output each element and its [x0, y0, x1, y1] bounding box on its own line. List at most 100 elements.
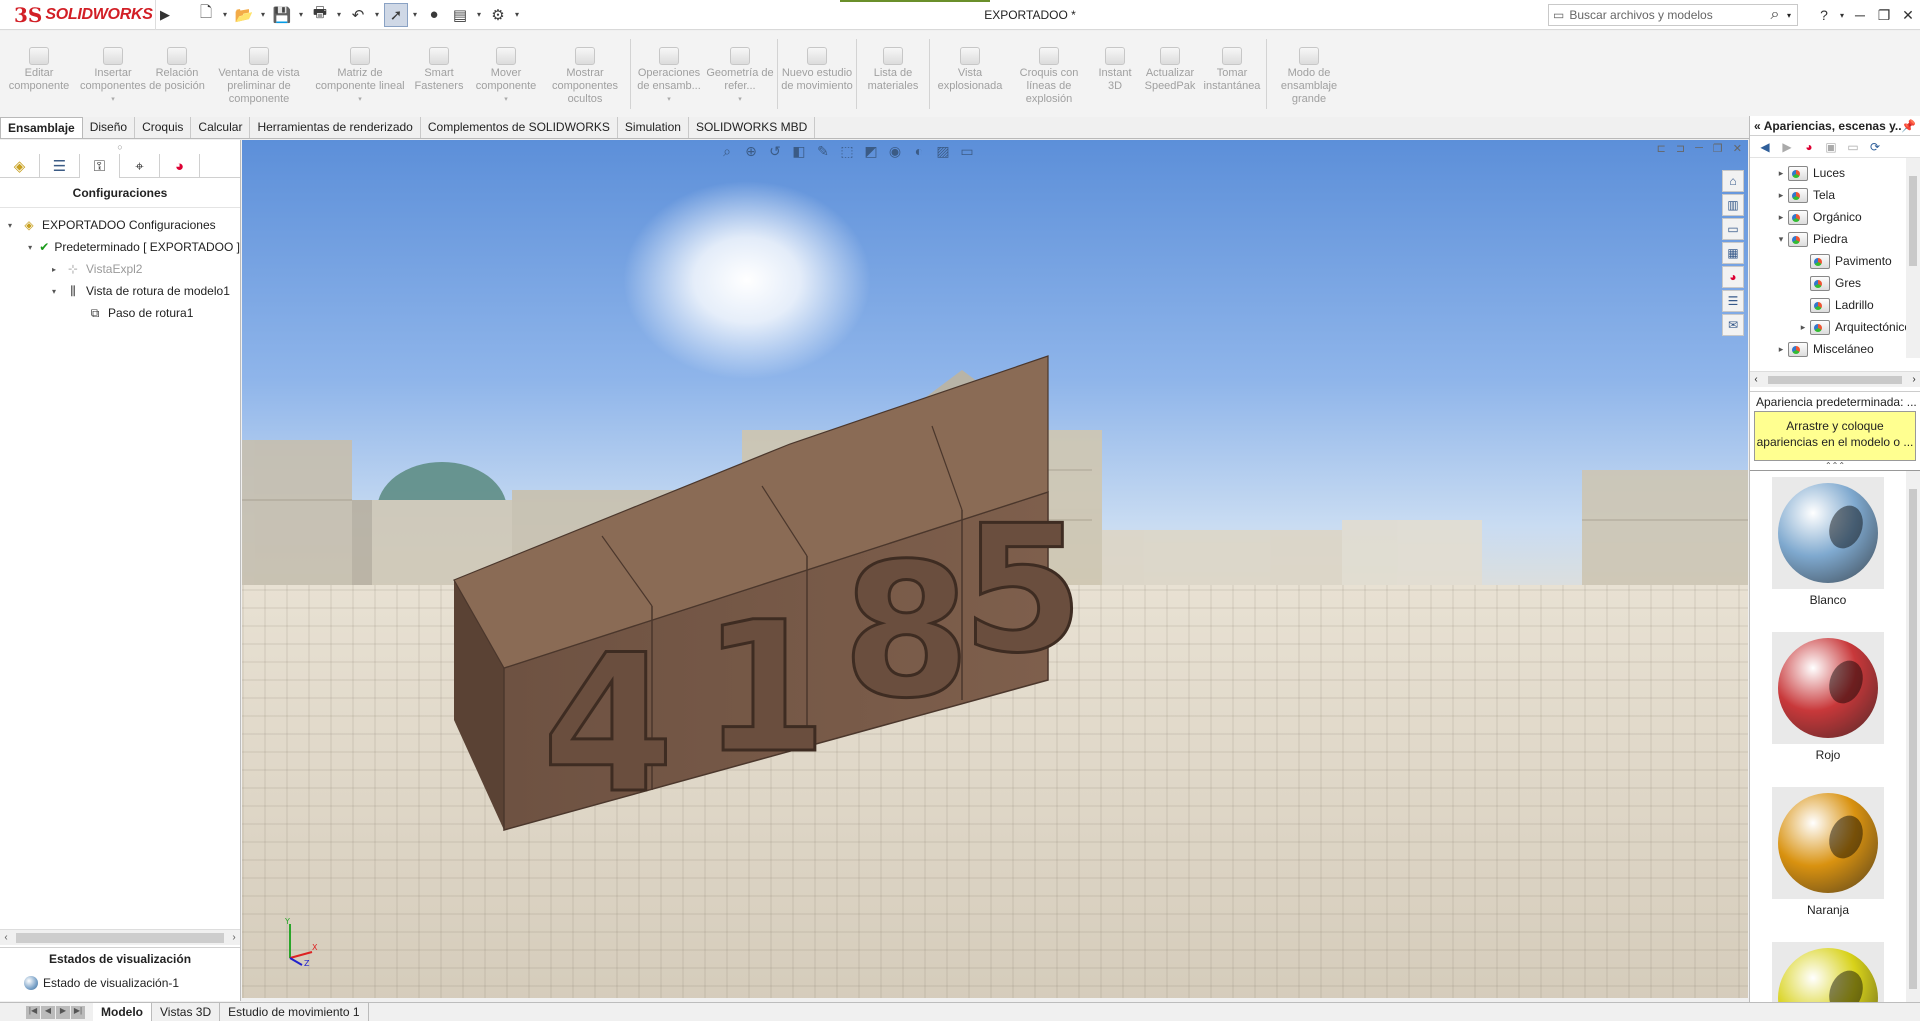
tree-hscroll[interactable]: ‹ ›: [1750, 371, 1920, 387]
appearance-swatch[interactable]: [1772, 942, 1884, 1011]
appearance-folder[interactable]: Gres: [1750, 272, 1920, 294]
expand-toggle-icon[interactable]: ▸: [1774, 212, 1788, 223]
appearance-folder[interactable]: ▸ Orgánico: [1750, 206, 1920, 228]
options-dropdown-icon[interactable]: ▾: [512, 10, 522, 19]
minimize-icon[interactable]: ─: [1848, 7, 1872, 23]
save-dropdown-icon[interactable]: ▾: [296, 10, 306, 19]
appearance-folder[interactable]: ▾ Piedra: [1750, 228, 1920, 250]
scroll-right-icon[interactable]: ›: [1908, 374, 1920, 385]
new-folder-icon[interactable]: ▭: [1844, 138, 1862, 156]
tab-1[interactable]: Ensamblaje: [0, 117, 83, 138]
config-tree-node[interactable]: ▸ ⊹ VistaExpl2: [0, 258, 240, 280]
section-view-icon[interactable]: ◧: [789, 141, 809, 161]
tree-vscroll[interactable]: [1906, 158, 1920, 358]
command-17[interactable]: Tomar instantánea: [1200, 31, 1264, 117]
command-15[interactable]: Instant 3D: [1090, 31, 1140, 117]
feature-tree-tab-icon[interactable]: ◈: [0, 154, 40, 178]
appearance-swatch[interactable]: Blanco: [1772, 477, 1884, 607]
zoom-to-area-icon[interactable]: ⊕: [741, 141, 761, 161]
refresh-icon[interactable]: ⟳: [1866, 138, 1884, 156]
configuration-manager-tab-icon[interactable]: ⚿: [80, 154, 120, 178]
config-tree-node[interactable]: ▾ ⫼ Vista de rotura de modelo1: [0, 280, 240, 302]
help-icon[interactable]: ?: [1812, 7, 1836, 23]
file-properties-icon[interactable]: ▤: [448, 3, 472, 27]
command-2[interactable]: Insertar componentes ▾: [78, 31, 148, 117]
property-manager-tab-icon[interactable]: ☰: [40, 154, 80, 178]
appearance-folder[interactable]: ▸ Arquitectónico: [1750, 316, 1920, 338]
new-document-icon[interactable]: 🗋: [194, 3, 218, 27]
command-5[interactable]: Matriz de componente lineal ▾: [312, 31, 408, 117]
open-document-icon[interactable]: 📂: [232, 3, 256, 27]
appearance-folder[interactable]: ▸ Tela: [1750, 184, 1920, 206]
panel-collapse-handle[interactable]: ○: [0, 140, 240, 154]
new-dropdown-icon[interactable]: ▾: [220, 10, 230, 19]
command-dropdown-icon[interactable]: ▾: [111, 93, 115, 106]
search-input[interactable]: Buscar archivos y modelos: [1569, 8, 1763, 22]
hide-show-items-icon[interactable]: ◉: [885, 141, 905, 161]
tab-8[interactable]: SOLIDWORKS MBD: [689, 117, 816, 138]
swatches-vscroll[interactable]: [1906, 471, 1920, 1011]
scroll-thumb[interactable]: [1768, 375, 1902, 384]
3d-model[interactable]: 4 1 8 5: [242, 140, 1748, 998]
search-box[interactable]: ▭ Buscar archivos y modelos ⌕ ▾: [1548, 4, 1798, 26]
command-12[interactable]: Lista de materiales: [859, 31, 927, 117]
display-style-icon[interactable]: ◩: [861, 141, 881, 161]
first-tab-icon[interactable]: |◀: [26, 1005, 40, 1019]
config-tree-node[interactable]: ▾ ✔ Predeterminado [ EXPORTADOO ]: [0, 236, 240, 258]
pane-splitter[interactable]: ⌃⌃⌃: [1750, 461, 1920, 471]
scroll-left-icon[interactable]: ‹: [1750, 374, 1762, 385]
bottom-tab-2[interactable]: Vistas 3D: [152, 1003, 221, 1021]
expand-toggle-icon[interactable]: ▾: [26, 243, 34, 252]
next-tab-icon[interactable]: ▶: [56, 1005, 70, 1019]
search-scope-icon[interactable]: ▭: [1553, 8, 1564, 22]
undo-dropdown-icon[interactable]: ▾: [372, 10, 382, 19]
edit-appearance-icon[interactable]: ◐: [909, 141, 929, 161]
tab-2[interactable]: Diseño: [83, 117, 136, 138]
command-4[interactable]: Ventana de vista preliminar de component…: [206, 31, 312, 117]
command-16[interactable]: Actualizar SpeedPak: [1140, 31, 1200, 117]
command-14[interactable]: Croquis con líneas de explosión: [1008, 31, 1090, 117]
view-settings-icon[interactable]: ▭: [957, 141, 977, 161]
tab-5[interactable]: Herramientas de renderizado: [250, 117, 421, 138]
command-dropdown-icon[interactable]: ▾: [504, 93, 508, 106]
bottom-tab-1[interactable]: Modelo: [93, 1003, 152, 1021]
dimxpert-tab-icon[interactable]: ⌖: [120, 154, 160, 178]
appearances-icon[interactable]: ◕: [1800, 138, 1818, 156]
save-icon[interactable]: 💾: [270, 3, 294, 27]
scroll-right-icon[interactable]: ›: [228, 932, 240, 943]
options-gear-icon[interactable]: ⚙: [486, 3, 510, 27]
command-dropdown-icon[interactable]: ▾: [358, 93, 362, 106]
appearance-folder[interactable]: Pavimento: [1750, 250, 1920, 272]
print-icon[interactable]: 🖶: [308, 3, 332, 27]
bottom-tab-3[interactable]: Estudio de movimiento 1: [220, 1003, 369, 1021]
select-pointer-icon[interactable]: ➚: [384, 2, 408, 27]
traffic-light-icon[interactable]: ●: [422, 3, 446, 27]
solidworks-resources-icon[interactable]: ⌂: [1722, 170, 1744, 192]
properties-dropdown-icon[interactable]: ▾: [474, 10, 484, 19]
prev-tab-icon[interactable]: ◀: [41, 1005, 55, 1019]
command-7[interactable]: Mover componente ▾: [470, 31, 542, 117]
restore-icon[interactable]: ❐: [1872, 7, 1896, 24]
command-6[interactable]: Smart Fasteners: [408, 31, 470, 117]
cube-icon[interactable]: ▣: [1822, 138, 1840, 156]
solidworks-logo[interactable]: 3S SOLIDWORKS: [0, 0, 156, 30]
expand-toggle-icon[interactable]: ▸: [1774, 344, 1788, 355]
select-dropdown-icon[interactable]: ▾: [410, 10, 420, 19]
expand-toggle-icon[interactable]: ▸: [1774, 168, 1788, 179]
command-11[interactable]: Nuevo estudio de movimiento: [780, 31, 854, 117]
graphics-area[interactable]: 4 1 8 5 ⌕ ⊕ ↺ ◧ ✎ ⬚ ◩ ◉ ◐ ▨ ▭ ⊏ ⊐ ─ ❐ ✕ …: [242, 140, 1748, 998]
print-dropdown-icon[interactable]: ▾: [334, 10, 344, 19]
dynamic-annotation-icon[interactable]: ✎: [813, 141, 833, 161]
viewport-restore-icon[interactable]: ❐: [1713, 142, 1723, 155]
command-dropdown-icon[interactable]: ▾: [738, 93, 742, 106]
command-dropdown-icon[interactable]: ▾: [667, 93, 671, 106]
command-18[interactable]: Modo de ensamblaje grande: [1269, 31, 1349, 117]
expand-toggle-icon[interactable]: ▸: [1774, 190, 1788, 201]
command-13[interactable]: Vista explosionada: [932, 31, 1008, 117]
display-manager-tab-icon[interactable]: ◕: [160, 154, 200, 178]
pin-icon[interactable]: 📌: [1901, 119, 1916, 133]
search-dropdown-icon[interactable]: ▾: [1787, 11, 1797, 20]
appearances-scenes-icon[interactable]: ◕: [1722, 266, 1744, 288]
command-10[interactable]: Geometría de refer... ▾: [705, 31, 775, 117]
view-palette-icon[interactable]: ▦: [1722, 242, 1744, 264]
